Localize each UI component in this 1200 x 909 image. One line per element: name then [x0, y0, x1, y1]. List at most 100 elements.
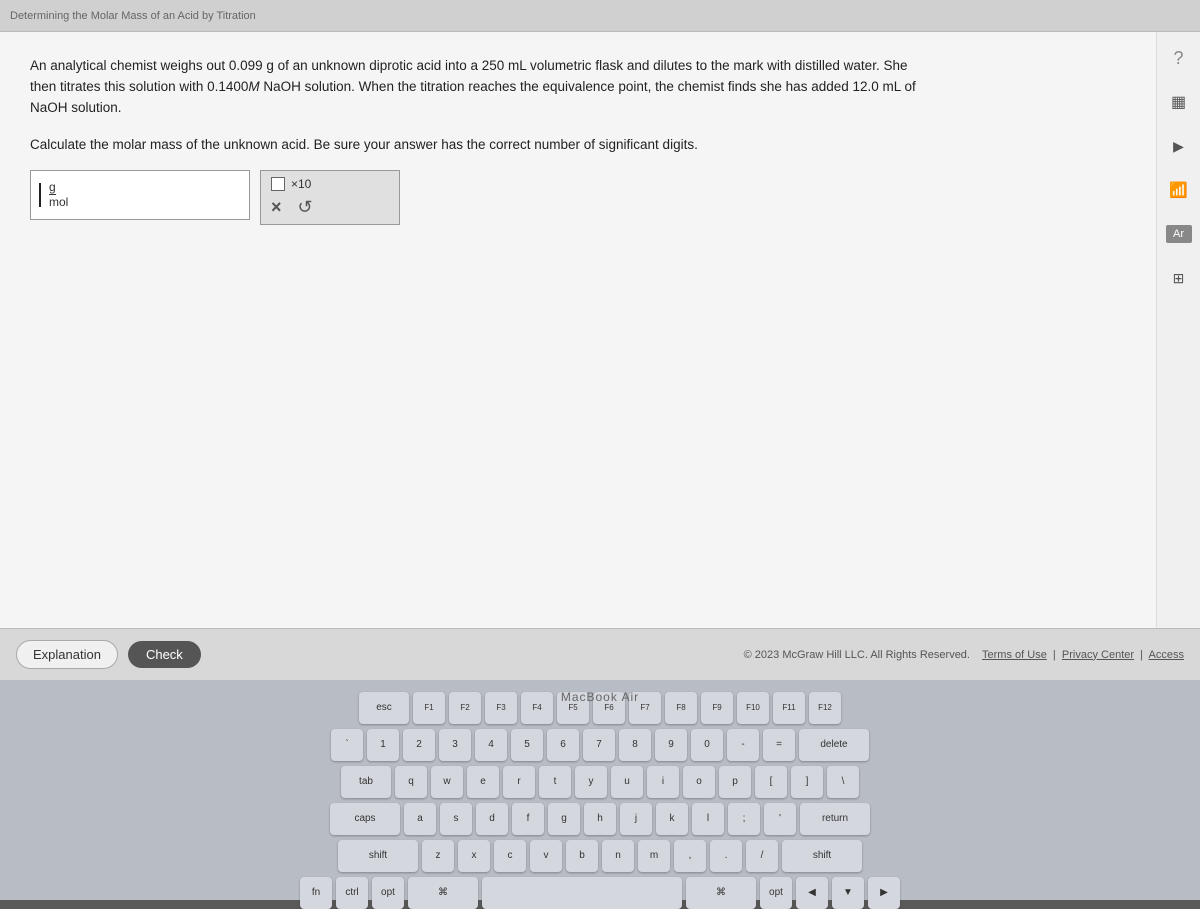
key-caps[interactable]: caps — [330, 803, 400, 835]
key-tab[interactable]: tab — [341, 766, 391, 798]
key-s[interactable]: s — [440, 803, 472, 835]
key-i[interactable]: i — [647, 766, 679, 798]
key-y[interactable]: y — [575, 766, 607, 798]
key-f12[interactable]: F12 — [809, 692, 841, 724]
key-ctrl[interactable]: ctrl — [336, 877, 368, 909]
top-bar: Determining the Molar Mass of an Acid by… — [0, 0, 1200, 32]
key-l[interactable]: l — [692, 803, 724, 835]
answer-input-box[interactable]: g mol — [30, 170, 250, 220]
key-2[interactable]: 2 — [403, 729, 435, 761]
key-f1[interactable]: F1 — [413, 692, 445, 724]
key-rbracket[interactable]: ] — [791, 766, 823, 798]
key-g[interactable]: g — [548, 803, 580, 835]
terms-of-use-link[interactable]: Terms of Use — [982, 649, 1047, 661]
key-lcmd[interactable]: ⌘ — [408, 877, 478, 909]
key-1[interactable]: 1 — [367, 729, 399, 761]
key-semicolon[interactable]: ; — [728, 803, 760, 835]
key-x[interactable]: x — [458, 840, 490, 872]
key-f8[interactable]: F8 — [665, 692, 697, 724]
key-down[interactable]: ▼ — [832, 877, 864, 909]
key-rshift[interactable]: shift — [782, 840, 862, 872]
key-t[interactable]: t — [539, 766, 571, 798]
key-q[interactable]: q — [395, 766, 427, 798]
access-link[interactable]: Access — [1149, 649, 1184, 661]
key-r[interactable]: r — [503, 766, 535, 798]
key-o[interactable]: o — [683, 766, 715, 798]
key-4[interactable]: 4 — [475, 729, 507, 761]
key-fn[interactable]: fn — [300, 877, 332, 909]
x10-label: ×10 — [291, 177, 311, 191]
key-u[interactable]: u — [611, 766, 643, 798]
key-lbracket[interactable]: [ — [755, 766, 787, 798]
zxcv-row: shift z x c v b n m , . / shift — [300, 840, 900, 872]
key-space[interactable] — [482, 877, 682, 909]
bottom-left: Explanation Check — [16, 640, 201, 669]
key-lshift[interactable]: shift — [338, 840, 418, 872]
key-opt[interactable]: opt — [372, 877, 404, 909]
key-7[interactable]: 7 — [583, 729, 615, 761]
key-a[interactable]: a — [404, 803, 436, 835]
key-f10[interactable]: F10 — [737, 692, 769, 724]
calculator-icon[interactable]: ▦ — [1163, 86, 1195, 118]
key-d[interactable]: d — [476, 803, 508, 835]
key-0[interactable]: 0 — [691, 729, 723, 761]
key-f11[interactable]: F11 — [773, 692, 805, 724]
key-n[interactable]: n — [602, 840, 634, 872]
key-backslash[interactable]: \ — [827, 766, 859, 798]
key-3[interactable]: 3 — [439, 729, 471, 761]
answer-row: g mol ×10 × ↺ — [30, 170, 1126, 225]
x-button[interactable]: × — [271, 197, 282, 218]
key-delete[interactable]: delete — [799, 729, 869, 761]
key-backtick[interactable]: ` — [331, 729, 363, 761]
qwerty-row: tab q w e r t y u i o p [ ] \ — [300, 766, 900, 798]
key-6[interactable]: 6 — [547, 729, 579, 761]
privacy-center-link[interactable]: Privacy Center — [1062, 649, 1134, 661]
key-quote[interactable]: ' — [764, 803, 796, 835]
key-slash[interactable]: / — [746, 840, 778, 872]
key-z[interactable]: z — [422, 840, 454, 872]
key-c[interactable]: c — [494, 840, 526, 872]
key-return[interactable]: return — [800, 803, 870, 835]
key-right[interactable]: ▶ — [868, 877, 900, 909]
key-period[interactable]: . — [710, 840, 742, 872]
grid-icon[interactable]: ⊞ — [1163, 262, 1195, 294]
key-k[interactable]: k — [656, 803, 688, 835]
explanation-button[interactable]: Explanation — [16, 640, 118, 669]
key-m[interactable]: m — [638, 840, 670, 872]
key-f4[interactable]: F4 — [521, 692, 553, 724]
play-icon[interactable]: ▶ — [1163, 130, 1195, 162]
key-5[interactable]: 5 — [511, 729, 543, 761]
key-rcmd[interactable]: ⌘ — [686, 877, 756, 909]
key-f3[interactable]: F3 — [485, 692, 517, 724]
key-f9[interactable]: F9 — [701, 692, 733, 724]
key-comma[interactable]: , — [674, 840, 706, 872]
key-j[interactable]: j — [620, 803, 652, 835]
sci-notation-buttons: × ↺ — [271, 197, 389, 218]
check-button[interactable]: Check — [128, 641, 201, 668]
key-f[interactable]: f — [512, 803, 544, 835]
main-content: An analytical chemist weighs out 0.099 g… — [0, 32, 1156, 628]
key-p[interactable]: p — [719, 766, 751, 798]
key-ropt[interactable]: opt — [760, 877, 792, 909]
undo-button[interactable]: ↺ — [298, 197, 313, 218]
key-h[interactable]: h — [584, 803, 616, 835]
sci-checkbox[interactable] — [271, 177, 285, 191]
unit-mol: mol — [49, 195, 68, 209]
key-equals[interactable]: = — [763, 729, 795, 761]
key-b[interactable]: b — [566, 840, 598, 872]
key-8[interactable]: 8 — [619, 729, 651, 761]
key-e[interactable]: e — [467, 766, 499, 798]
question-mark-icon[interactable]: ? — [1163, 42, 1195, 74]
ar-icon[interactable]: Ar — [1163, 218, 1195, 250]
key-esc[interactable]: esc — [359, 692, 409, 724]
key-9[interactable]: 9 — [655, 729, 687, 761]
key-v[interactable]: v — [530, 840, 562, 872]
key-f2[interactable]: F2 — [449, 692, 481, 724]
chart-icon[interactable]: 📶 — [1163, 174, 1195, 206]
sci-notation-box: ×10 × ↺ — [260, 170, 400, 225]
unit-g: g — [49, 180, 56, 195]
unit-label: g mol — [49, 180, 68, 210]
key-left[interactable]: ◀ — [796, 877, 828, 909]
key-minus[interactable]: - — [727, 729, 759, 761]
key-w[interactable]: w — [431, 766, 463, 798]
